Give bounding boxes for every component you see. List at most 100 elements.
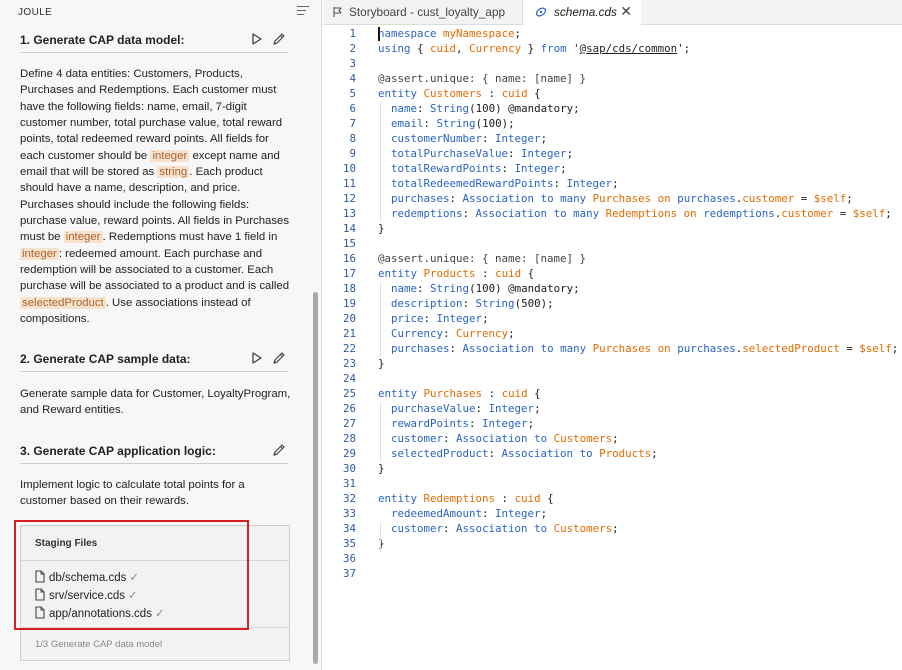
indent-guide: [380, 402, 381, 462]
code-line: 23}: [323, 357, 902, 372]
code-text: @assert.unique: { name: [name] }: [378, 252, 586, 265]
line-number: 21: [342, 327, 356, 340]
code-text: purchaseValue: Integer;: [378, 402, 541, 415]
code-token: $self: [813, 192, 847, 205]
code-token: Integer: [521, 147, 567, 160]
indent-guide: [380, 102, 381, 222]
code-token: redeemedAmount: [391, 507, 483, 520]
pencil-icon[interactable]: [272, 351, 286, 365]
code-token: Association: [501, 447, 574, 460]
code-token: $self: [852, 207, 886, 220]
code-token: entity: [378, 387, 418, 400]
code-line: 5 entity Customers : cuid {: [323, 87, 902, 102]
pencil-icon[interactable]: [272, 443, 286, 457]
code-token: customer: [781, 207, 834, 220]
code-line: 30}: [323, 462, 902, 477]
code-text: totalRedeemedRewardPoints: Integer;: [378, 177, 619, 190]
line-number: 2: [349, 42, 356, 55]
code-token: {: [527, 87, 541, 100]
code-line: 1 namespace myNamespace;: [323, 27, 902, 42]
code-token: customer: [742, 192, 795, 205]
code-line: 28 customer: Association to Customers;: [323, 432, 902, 447]
section-title: 3. Generate CAP application logic:: [20, 444, 216, 458]
indent-guide: [380, 522, 381, 552]
line-number: 14: [342, 222, 356, 235]
code-token: ;: [527, 417, 535, 430]
type-highlight: integer: [20, 247, 59, 260]
code-token: String: [430, 102, 470, 115]
code-token: :: [501, 162, 515, 175]
line-number: 26: [342, 402, 356, 415]
code-token: customerNumber: [391, 132, 483, 145]
pencil-icon[interactable]: [272, 32, 286, 46]
code-token: :: [475, 402, 489, 415]
scrollbar[interactable]: [313, 292, 318, 664]
code-token: totalRewardPoints: [391, 162, 502, 175]
code-editor[interactable]: 1 namespace myNamespace; 2 using { cuid, Cu…: [323, 27, 902, 670]
line-number: 15: [342, 237, 356, 250]
type-highlight: integer: [63, 231, 103, 244]
tab-schema-cds[interactable]: schema.cds ✕: [523, 0, 641, 26]
code-token: cuid: [514, 492, 541, 505]
code-text: customer: Association to Customers;: [378, 432, 619, 445]
line-number: 10: [342, 162, 356, 175]
code-token: $self: [859, 342, 892, 355]
code-line: 2 using { cuid, Currency } from '@sap/cds…: [323, 42, 902, 57]
code-token: Integer: [482, 417, 528, 430]
code-token: customer: [391, 522, 444, 535]
close-icon[interactable]: ✕: [620, 3, 632, 20]
code-token: ;: [891, 342, 899, 355]
code-text: customerNumber: Integer;: [378, 132, 547, 145]
type-highlight: integer: [150, 149, 190, 162]
tab-storyboard[interactable]: Storyboard - cust_loyalty_app: [323, 0, 523, 25]
list-menu-icon[interactable]: [297, 6, 309, 17]
code-token: from: [540, 42, 567, 55]
code-token: Integer: [436, 312, 483, 325]
joule-title: JOULE: [18, 7, 53, 18]
code-token: Association: [456, 522, 528, 535]
code-text: description: String(500);: [378, 297, 554, 310]
code-token: ;: [612, 522, 619, 535]
code-token: ;: [566, 147, 574, 160]
code-token: }: [521, 42, 541, 55]
code-text: }: [378, 357, 385, 370]
line-number: 37: [342, 567, 356, 580]
section-title: 1. Generate CAP data model:: [20, 33, 185, 47]
line-number: 17: [342, 267, 356, 280]
code-text: namespace myNamespace;: [378, 27, 521, 40]
line-number: 22: [342, 342, 356, 355]
code-token: :: [462, 207, 476, 220]
code-text: using { cuid, Currency } from '@sap/cds/…: [378, 42, 690, 55]
code-token: purchases: [391, 192, 450, 205]
code-token: Integer: [495, 507, 541, 520]
code-token: Integer: [566, 177, 613, 190]
code-line: 27 rewardPoints: Integer;: [323, 417, 902, 432]
play-icon[interactable]: [250, 351, 264, 365]
line-number: 32: [342, 492, 356, 505]
code-token: (500);: [514, 297, 554, 310]
code-token: :: [417, 282, 431, 295]
line-number: 23: [342, 357, 356, 370]
description-text: Implement logic to calculate total point…: [20, 479, 245, 508]
line-number: 13: [342, 207, 356, 220]
code-token: using: [378, 42, 411, 55]
code-token: entity: [378, 267, 418, 280]
code-token: ;: [846, 192, 853, 205]
code-token: purchaseValue: [391, 402, 476, 415]
play-icon[interactable]: [250, 32, 264, 46]
code-text: @assert.unique: { name: [name] }: [378, 72, 586, 85]
description-text: . Redemptions must have 1 field in: [102, 231, 278, 244]
section-3-description: Implement logic to calculate total point…: [20, 477, 292, 510]
storyboard-icon: [333, 7, 342, 17]
code-text: purchases: Association to many Purchases…: [378, 192, 853, 205]
code-token: Purchases: [592, 192, 652, 205]
code-token: Association: [475, 207, 548, 220]
line-number: 24: [342, 372, 356, 385]
code-line: 7 email: String(100);: [323, 117, 902, 132]
code-token: cuid: [430, 42, 457, 55]
code-token: Redemptions: [605, 207, 678, 220]
code-token: Currency: [456, 327, 509, 340]
code-token: String: [430, 282, 470, 295]
code-token: Purchases: [592, 342, 652, 355]
